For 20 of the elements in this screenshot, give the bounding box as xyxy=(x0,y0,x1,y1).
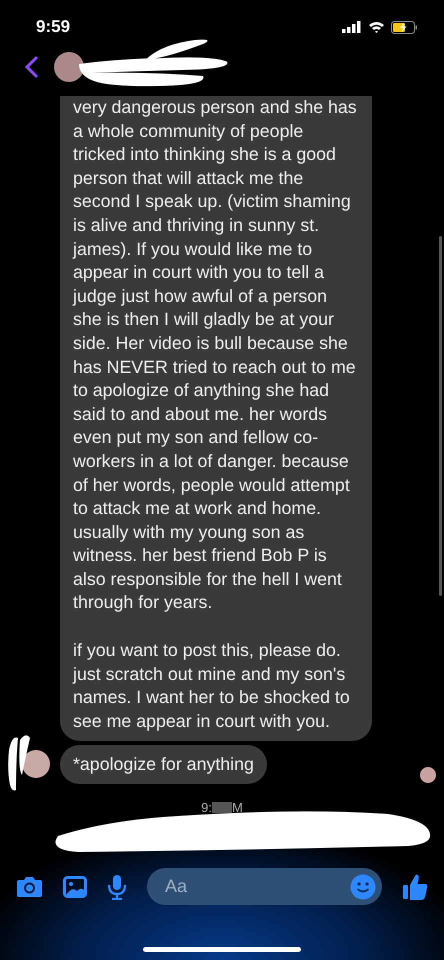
avatar xyxy=(22,750,50,778)
camera-icon[interactable] xyxy=(16,876,43,898)
timestamp: M xyxy=(232,800,243,816)
redaction-mark xyxy=(212,802,232,814)
message-text: very dangerous person and she has a whole community of people tricked into thinking she is a good person that will attack me the second I speak up. (victim shaming is alive and thriving in sunny st. james). If you would like me to appear in court with you to tell a judge just how awful of a person she is then I will gladly be at your side. Her video is bull because she has NEVER tried to reach out to me to apologize of anything she had said to and about me. her words even put my son and fellow co-workers in a lot of danger. because of her words, people would attempt to attack me at work and home. usually with my young son as witness. her best friend Bob P is also responsible for the hell I went through for years. xyxy=(73,96,358,614)
avatar xyxy=(54,52,84,82)
timestamp: 9: xyxy=(201,800,212,816)
microphone-icon[interactable] xyxy=(107,874,127,900)
message-text: if you want to post this, please do. just scratch out mine and my son's names. I want her to be shocked to see me appear in court with you. xyxy=(73,639,351,733)
back-icon[interactable] xyxy=(24,56,38,78)
thumbs-up-icon[interactable] xyxy=(402,872,428,900)
image-icon[interactable] xyxy=(63,876,87,898)
status-time: 9:59 xyxy=(36,17,70,37)
battery-icon xyxy=(391,20,418,34)
read-receipt-avatar xyxy=(420,767,436,784)
wifi-icon xyxy=(368,21,385,33)
emoji-icon[interactable] xyxy=(350,874,376,900)
message-input[interactable]: Aa xyxy=(147,868,382,905)
message-text: *apologize for anything xyxy=(73,752,254,776)
signal-icon xyxy=(342,21,362,33)
